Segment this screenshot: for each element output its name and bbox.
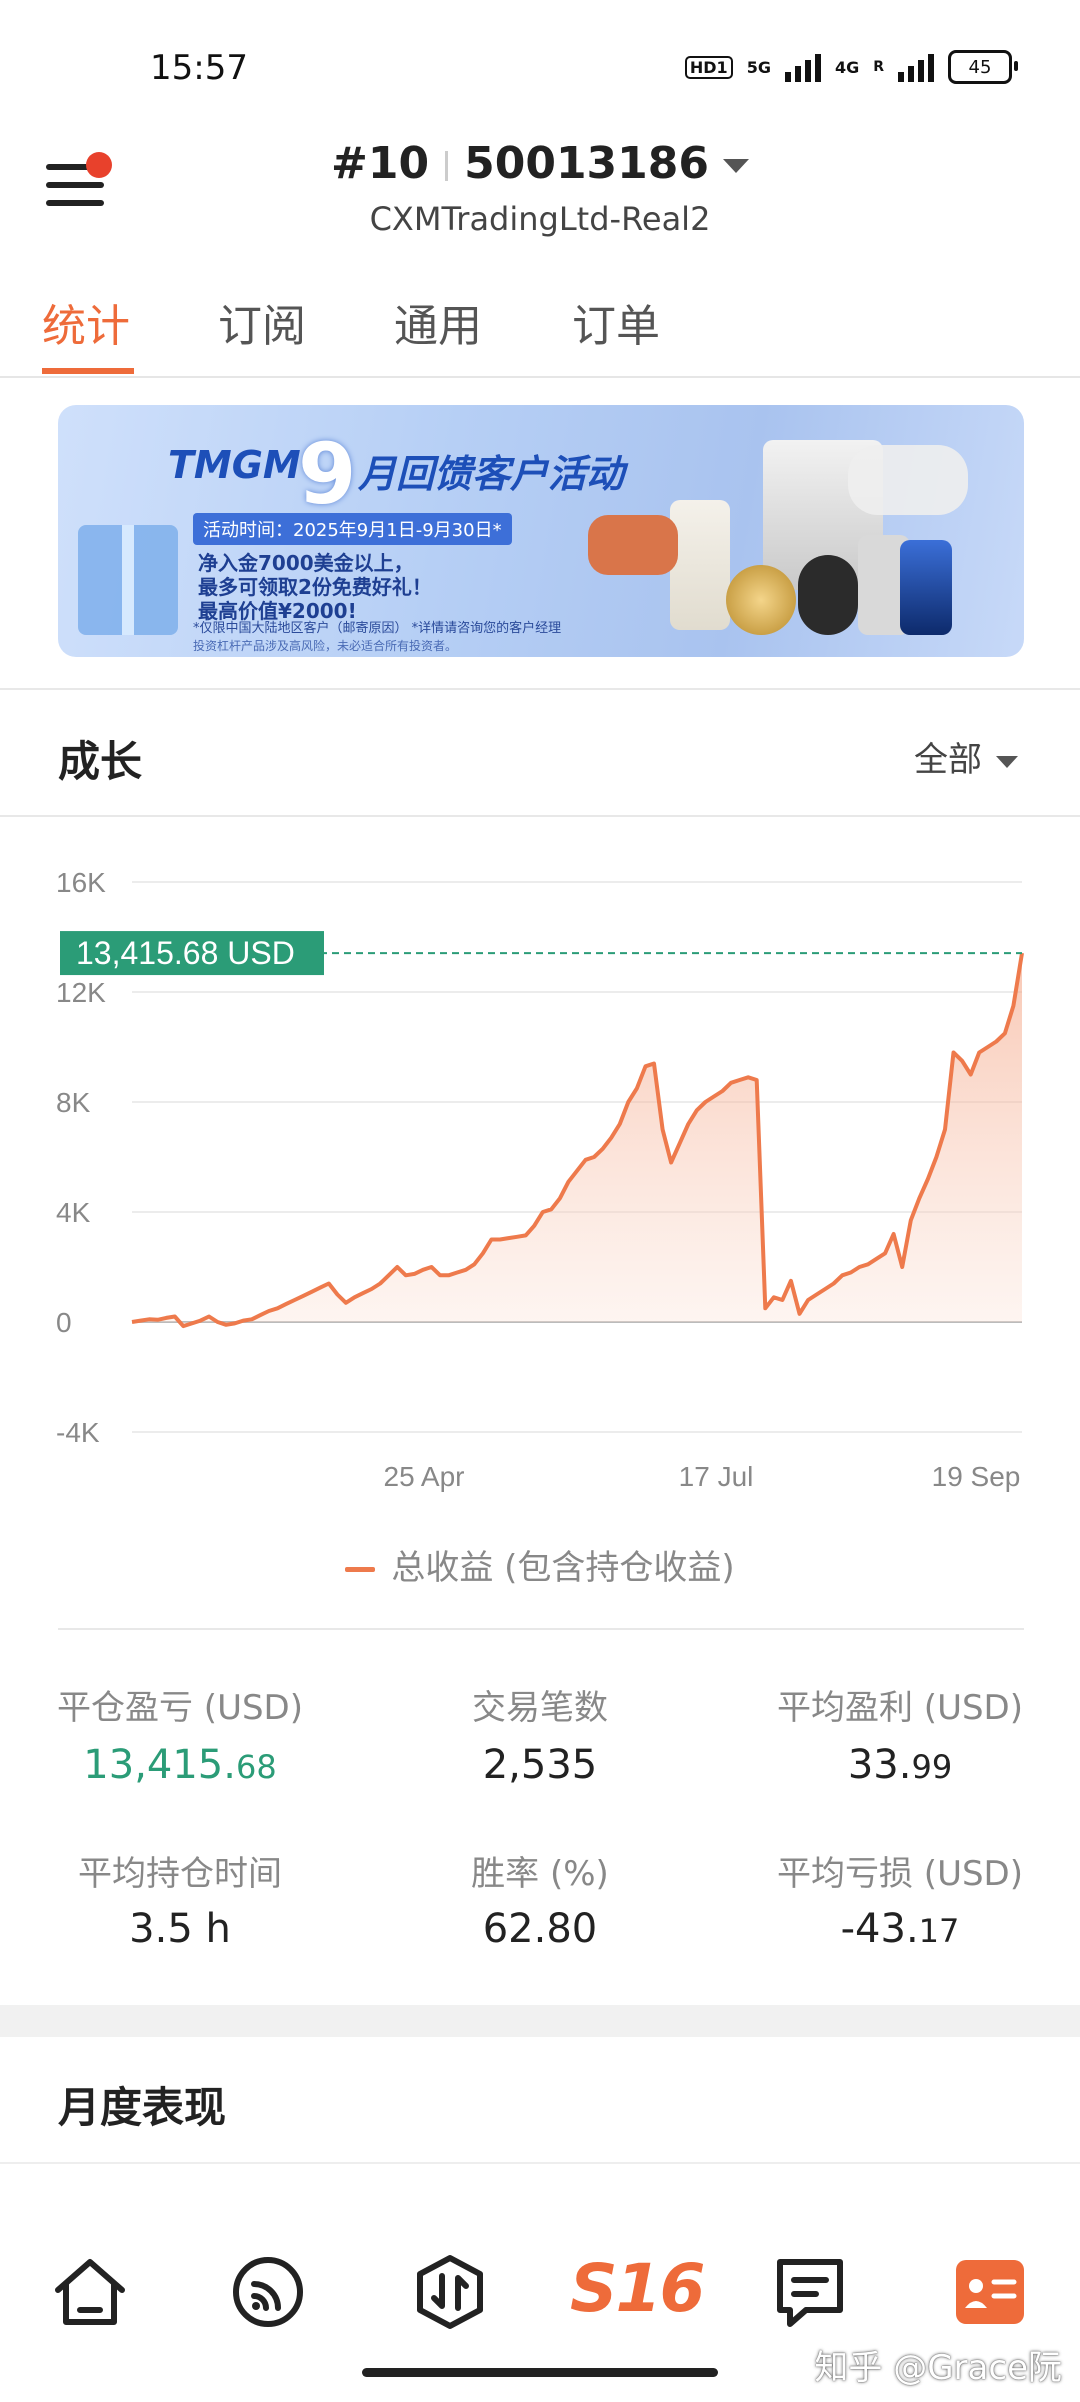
legend-swatch [345,1567,376,1572]
banner-date: 活动时间：2025年9月1日-9月30日* [193,513,512,545]
banner-nine: 9 [298,425,357,523]
drone-image [848,445,968,515]
chat-icon[interactable] [770,2252,850,2332]
stat-label-win-rate: 胜率 (%) [471,1854,609,1894]
stat-value-win-rate: 62.80 [375,1906,705,1952]
section-divider [0,688,1080,690]
section-divider [58,1628,1024,1630]
stat-value-avg-loss: -43.17 [735,1906,1065,1952]
watch-image [798,555,858,635]
gift-box-image [78,525,178,635]
roaming-label: R [873,59,884,75]
promo-banner[interactable]: TMGM 9 月回馈客户活动 活动时间：2025年9月1日-9月30日* 净入金… [58,405,1024,657]
y-tick-label: -4K [56,1417,100,1448]
banner-brand: TMGM [168,443,301,487]
brand-logo[interactable]: S16 [570,2250,705,2327]
hd-badge: HD1 [684,55,733,79]
y-tick-label: 4K [56,1197,91,1228]
stat-int: -43. [840,1906,919,1952]
tab-bar: 统计 订阅 通用 订单 [0,280,1080,378]
x-tick-label: 25 Apr [384,1461,465,1492]
y-tick-label: 8K [56,1087,91,1118]
title-separator [445,151,449,181]
net1-label: 5G [746,57,771,77]
tab-orders[interactable]: 订单 [572,290,660,354]
signal-icon [784,52,821,82]
stat-value-trades: 2,535 [375,1742,705,1788]
profile-card-icon[interactable] [950,2252,1030,2332]
signal-icon-2 [898,52,934,82]
tab-general[interactable]: 通用 [394,290,482,354]
x-tick-label: 17 Jul [679,1461,754,1492]
battery-level: 45 [968,56,992,78]
chart-legend: 总收益 (包含持仓收益) [0,1540,1080,1589]
stat-int: 3.5 h [129,1906,231,1952]
tab-statistics[interactable]: 统计 [42,290,130,354]
net2-label: 4G [834,57,860,77]
stat-label-closed-pl: 平仓盈亏 (USD) [57,1688,303,1728]
massager-image [588,515,678,575]
battery-icon: 45 [948,50,1018,84]
stat-label-trades: 交易笔数 [472,1688,608,1728]
account-server: CXMTradingLtd-Real2 [369,200,711,238]
tumbler-image [670,500,730,630]
stat-value-closed-pl: 13,415.68 [15,1742,345,1788]
stat-label-avg-hold: 平均持仓时间 [78,1854,282,1894]
stat-int: 62.80 [482,1906,598,1952]
watch-gold-image [726,565,796,635]
growth-filter-label: 全部 [914,740,982,780]
active-tab-indicator [42,368,134,374]
watermark: 知乎 @Grace阮 [814,2348,1062,2388]
account-index: #10 [330,138,430,189]
status-icons: HD1 5G 4G R 45 [684,50,1018,84]
y-tick-label: 16K [56,867,106,898]
stat-label-avg-profit: 平均盈利 (USD) [777,1688,1023,1728]
stat-int: 33. [847,1742,912,1788]
chevron-down-icon [723,159,750,173]
stat-value-avg-profit: 33.99 [735,1742,1065,1788]
y-tick-label: 12K [56,977,106,1008]
status-time: 15:57 [150,48,248,88]
growth-filter-dropdown[interactable]: 全部 [914,732,1018,781]
stat-value-avg-hold: 3.5 h [15,1906,345,1952]
trade-icon[interactable] [410,2252,490,2332]
feed-icon[interactable] [228,2252,308,2332]
banner-footer: 投资杠杆产品涉及高风险，未必适合所有投资者。 [193,639,458,653]
stat-dec: 68 [235,1748,277,1786]
tab-subscribe[interactable]: 订阅 [218,290,306,354]
banner-title: 月回馈客户活动 [358,452,625,496]
account-selector[interactable]: #10 50013186 [0,138,1080,189]
banner-note: *仅限中国大陆地区客户（邮寄原因） *详情请咨询您的客户经理 [193,621,562,636]
growth-title: 成长 [58,737,143,786]
current-value-label: 13,415.68 USD [76,935,295,971]
chevron-down-icon [996,755,1018,768]
x-tick-label: 19 Sep [932,1461,1021,1492]
monthly-title: 月度表现 [58,2083,227,2132]
stat-dec: 17 [918,1912,960,1950]
stat-int: 13,415. [83,1742,236,1788]
stat-dec: 99 [911,1748,953,1786]
stat-label-avg-loss: 平均亏损 (USD) [777,1854,1023,1894]
y-tick-label: 0 [56,1307,72,1338]
phone-image-2 [900,540,952,635]
series-area [132,953,1022,1327]
legend-label: 总收益 (包含持仓收益) [391,1548,735,1588]
home-icon[interactable] [50,2252,130,2332]
growth-chart: 16K 12K 8K 4K 0 -4K 13,415.68 USD 25 Apr 17 Ju… [56,867,1024,1492]
section-divider [0,815,1080,817]
account-number: 50013186 [464,138,710,189]
home-indicator[interactable] [362,2368,718,2377]
stat-int: 2,535 [482,1742,598,1788]
section-spacer [0,2005,1080,2037]
